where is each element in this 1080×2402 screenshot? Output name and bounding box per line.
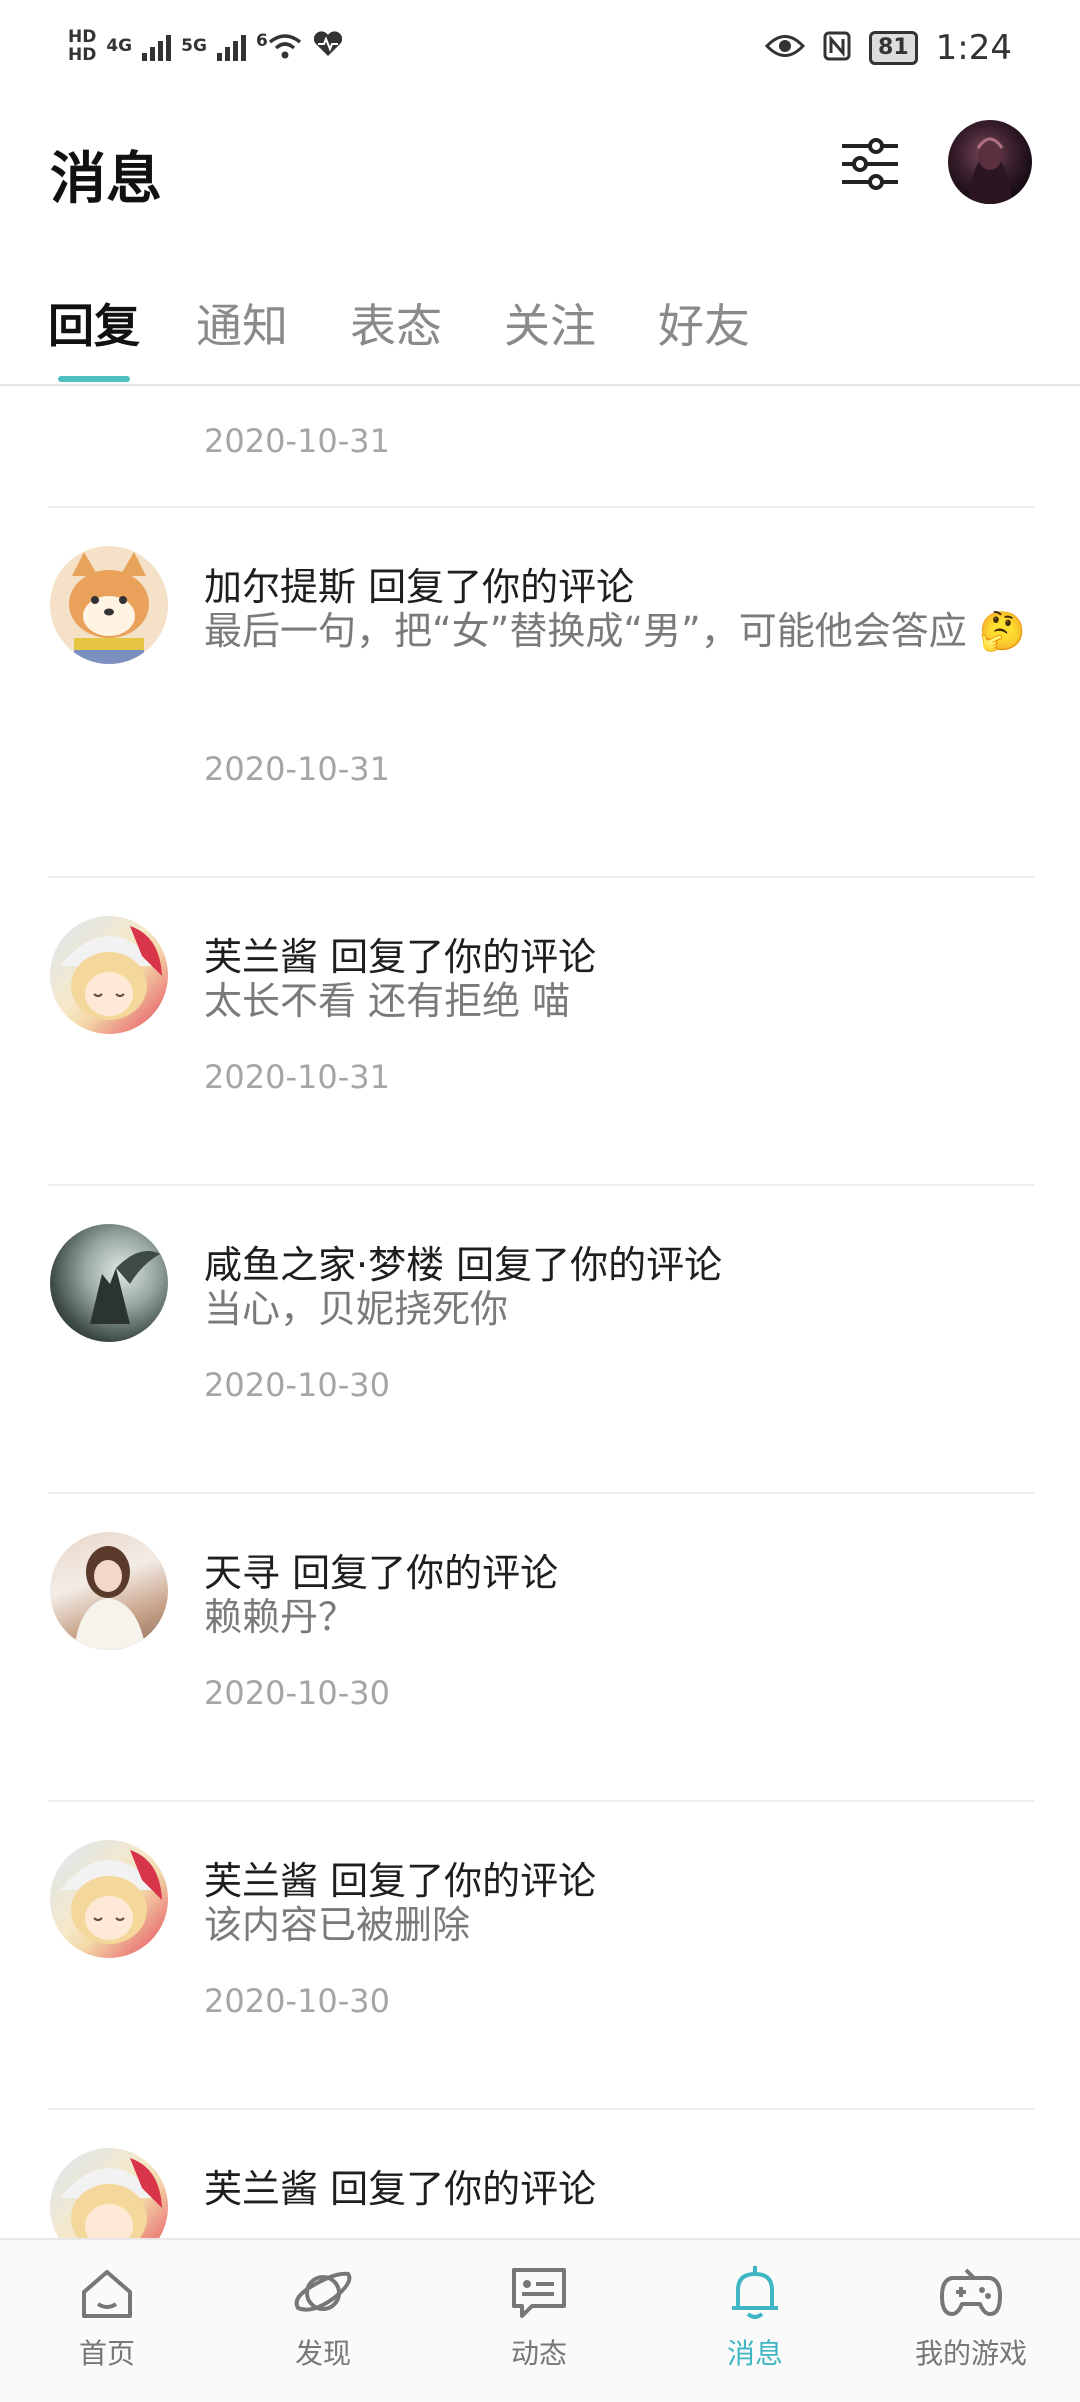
reply-content[interactable]: 赖赖丹？: [204, 1586, 1034, 1648]
reply-title[interactable]: 芙兰酱 回复了你的评论: [204, 2158, 596, 2213]
nav-label: 发现: [294, 2337, 351, 2370]
anime-girl-avatar[interactable]: [50, 2148, 168, 2238]
nav-my-games[interactable]: 我的游戏: [896, 2262, 1046, 2372]
item-date: 2020-10-31: [204, 750, 390, 788]
status-right: 81 1:24: [764, 28, 1012, 68]
nav-label: 我的游戏: [914, 2337, 1027, 2370]
app-header: 消息: [0, 100, 1080, 240]
tab-notice[interactable]: 通知: [196, 290, 288, 356]
dark-art-avatar[interactable]: [50, 1224, 168, 1342]
hd-badges: HD HD: [68, 28, 96, 64]
nav-label: 首页: [78, 2337, 135, 2370]
eye-icon: [764, 33, 806, 63]
tab-reaction[interactable]: 表态: [350, 290, 442, 356]
item-date: 2020-10-30: [204, 1982, 390, 2020]
planet-icon: [294, 2271, 352, 2312]
wifi-label: 6: [255, 31, 268, 51]
sliders-icon: [842, 138, 898, 190]
list-item[interactable]: 咸鱼之家·梦楼 回复了你的评论 当心，贝妮挠死你 2020-10-30: [0, 1186, 1080, 1492]
reply-content[interactable]: 当心，贝妮挠死你: [204, 1278, 1034, 1340]
home-icon: [82, 2270, 132, 2318]
status-bar: HD HD 4G 5G 6 81 1:24: [0, 0, 1080, 100]
clock: 1:24: [935, 28, 1012, 68]
reply-list[interactable]: 2020-10-31 加尔提斯 回复了你的评论 最后一句，把“女”替换成“男”，…: [0, 386, 1080, 2238]
tab-follow[interactable]: 关注: [504, 290, 596, 356]
network-4g-label: 4G: [106, 36, 133, 56]
nav-feed[interactable]: 动态: [464, 2262, 614, 2372]
nav-home[interactable]: 首页: [32, 2262, 182, 2372]
nav-label: 动态: [510, 2337, 567, 2370]
nav-discover[interactable]: 发现: [248, 2262, 398, 2372]
active-tab-indicator: [58, 376, 130, 382]
signal-bars-icon-2: [216, 31, 246, 61]
item-date: 2020-10-30: [204, 1674, 390, 1712]
status-left: HD HD 4G 5G 6: [68, 28, 344, 64]
item-date: 2020-10-31: [204, 422, 390, 460]
reply-content[interactable]: 最后一句，把“女”替换成“男”，可能他会答应 🤔: [204, 600, 1034, 662]
chat-card-icon: [512, 2268, 566, 2318]
signal-bars-icon: [142, 31, 172, 61]
item-date: 2020-10-31: [204, 1058, 390, 1096]
network-5g-label: 5G: [181, 36, 207, 56]
nav-label: 消息: [726, 2337, 783, 2370]
bottom-navigation: 首页 发现 动态 消息 我的游戏: [0, 2238, 1080, 2402]
list-item[interactable]: 天寻 回复了你的评论 赖赖丹？ 2020-10-30: [0, 1494, 1080, 1800]
list-item[interactable]: 芙兰酱 回复了你的评论 该内容已被删除 2020-10-30: [0, 1802, 1080, 2108]
list-item[interactable]: 芙兰酱 回复了你的评论 太长不看 还有拒绝 喵 2020-10-31: [0, 878, 1080, 1184]
bell-icon: [732, 2266, 778, 2319]
hd-badge-2: HD: [68, 45, 97, 65]
list-item[interactable]: 芙兰酱 回复了你的评论: [0, 2110, 1080, 2238]
avatar-art-icon: [968, 137, 1012, 204]
anime-girl-avatar[interactable]: [50, 1840, 168, 1958]
hd-badge-1: HD: [68, 27, 97, 47]
message-tabs: 回复 通知 表态 关注 好友: [0, 270, 1080, 386]
battery-indicator: 81: [869, 31, 918, 65]
anime-girl-avatar[interactable]: [50, 916, 168, 1034]
nfc-icon: [823, 31, 851, 65]
item-date: 2020-10-30: [204, 1366, 390, 1404]
wifi-icon: 6: [256, 32, 302, 60]
list-item[interactable]: 加尔提斯 回复了你的评论 最后一句，把“女”替换成“男”，可能他会答应 🤔 20…: [0, 508, 1080, 876]
filter-settings-button[interactable]: [838, 132, 902, 196]
photo-girl-avatar[interactable]: [50, 1532, 168, 1650]
reply-content[interactable]: 太长不看 还有拒绝 喵: [204, 970, 1034, 1032]
reply-content[interactable]: 该内容已被删除: [204, 1894, 1034, 1956]
gamepad-icon: [940, 2268, 1002, 2316]
tab-friends[interactable]: 好友: [658, 290, 750, 356]
shiba-dog-avatar[interactable]: [50, 546, 168, 664]
nav-messages[interactable]: 消息: [680, 2262, 830, 2372]
user-avatar[interactable]: [948, 120, 1032, 204]
tab-reply[interactable]: 回复: [48, 290, 140, 356]
heart-rate-icon: [312, 30, 344, 62]
page-title: 消息: [50, 147, 162, 212]
